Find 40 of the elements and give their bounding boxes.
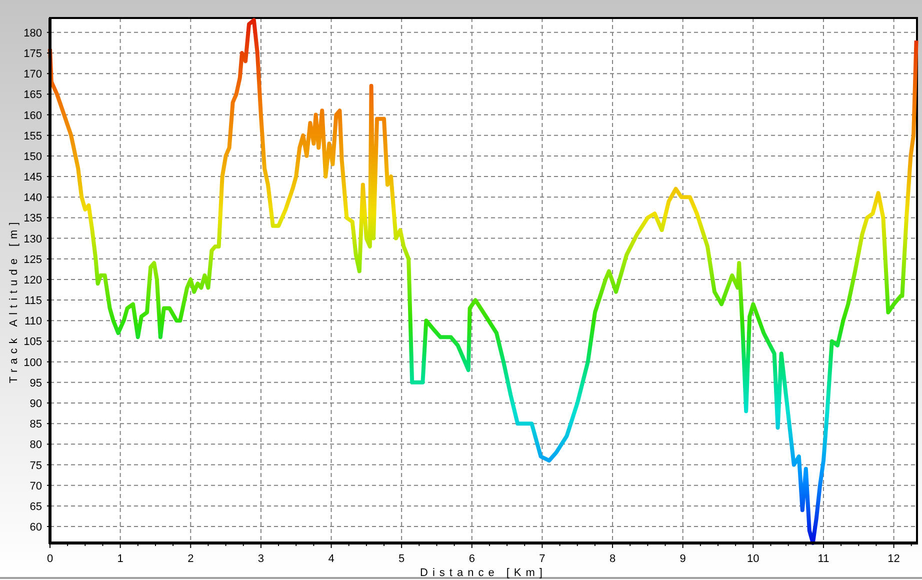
tick-label: 170 <box>24 68 42 81</box>
tick-label: 85 <box>30 418 42 431</box>
tick-label: 105 <box>24 336 42 348</box>
tick-label: 155 <box>24 130 42 142</box>
tick-label: 80 <box>30 439 42 452</box>
tick-label: 9 <box>680 553 686 565</box>
tick-label: 165 <box>24 89 42 102</box>
tick-label: 70 <box>30 480 42 492</box>
tick-label: 60 <box>30 522 42 534</box>
tick-label: 7 <box>539 553 546 565</box>
tick-label: 12 <box>888 553 900 565</box>
y-axis-title: Track Altitude [m] <box>8 218 20 384</box>
tick-label: 115 <box>24 295 42 308</box>
tick-label: 110 <box>24 316 42 328</box>
tick-label: 100 <box>24 356 42 369</box>
tick-label: 5 <box>398 553 405 565</box>
tick-label: 95 <box>30 377 42 390</box>
tick-label: 140 <box>24 192 42 204</box>
tick-label: 150 <box>24 150 42 163</box>
tick-label: 65 <box>30 500 42 513</box>
tick-label: 1 <box>117 553 124 565</box>
tick-label: 120 <box>24 274 42 286</box>
tick-label: 0 <box>46 553 54 565</box>
tick-label: 180 <box>24 27 42 40</box>
tick-label: 160 <box>24 110 42 122</box>
tick-label: 135 <box>24 212 42 225</box>
tick-label: 10 <box>747 553 760 565</box>
tick-label: 130 <box>24 233 42 246</box>
tick-label: 90 <box>30 398 42 410</box>
tick-label: 8 <box>609 553 616 565</box>
tick-label: 4 <box>328 553 334 565</box>
tick-label: 6 <box>468 553 475 565</box>
tick-label: 175 <box>24 48 42 60</box>
x-axis-title: Distance [Km] <box>420 567 547 579</box>
tick-label: 3 <box>258 553 264 565</box>
tick-label: 11 <box>818 553 830 565</box>
tick-label: 75 <box>30 460 42 472</box>
tick-label: 125 <box>24 254 42 266</box>
tick-label: 145 <box>24 172 42 184</box>
tick-label: 2 <box>188 553 194 565</box>
